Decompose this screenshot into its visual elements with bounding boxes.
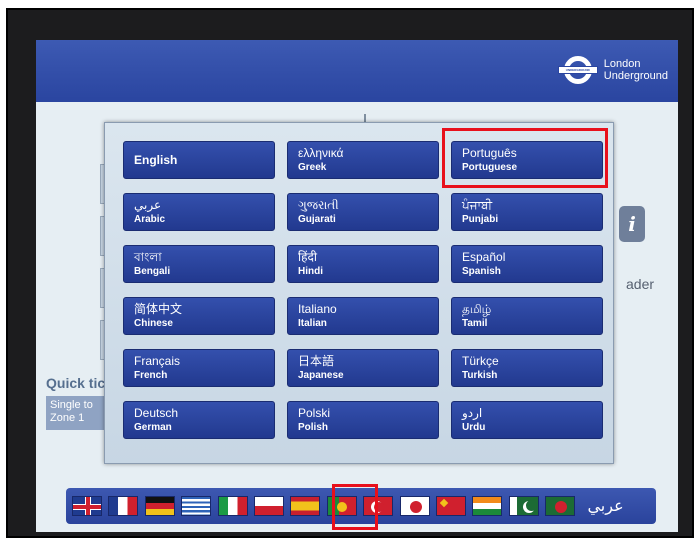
language-button-portuguese[interactable]: Português Portuguese [451,141,603,179]
portugal-flag-icon[interactable] [326,496,357,516]
china-flag-icon[interactable] [435,496,466,516]
language-button-japanese[interactable]: 日本語 Japanese [287,349,439,387]
language-english-name: Turkish [462,370,498,381]
language-button-punjabi[interactable]: ਪੰਜਾਬੀ Punjabi [451,193,603,231]
language-button-greek[interactable]: ελληνικά Greek [287,141,439,179]
language-button-chinese[interactable]: 简体中文 Chinese [123,297,275,335]
quick-ticket-line-2: Zone 1 [50,412,85,424]
brand-line-1: London [603,58,641,70]
language-native-name: 简体中文 [134,302,183,316]
language-flag-strip: عربي [66,488,656,524]
quick-tickets-label: Quick tic [46,375,106,391]
language-native-name: Français [134,354,181,368]
language-english-name: Italian [298,318,327,329]
language-selector-modal: English ελληνικά Greek Português Portuguese ع… [104,122,614,464]
greece-flag-icon[interactable] [181,496,212,516]
language-button-french[interactable]: Français French [123,349,275,387]
language-english-name: Arabic [134,214,166,225]
info-icon[interactable]: i [619,206,645,242]
language-native-name: Italiano [298,302,337,316]
language-english-name: Urdu [462,422,486,433]
language-english-name: Spanish [462,266,501,277]
uk-flag-icon[interactable] [72,496,102,516]
language-native-name: Español [462,250,506,264]
language-button-hindi[interactable]: हिंदी Hindi [287,245,439,283]
brand-name: London Underground [604,58,668,82]
language-button-arabic[interactable]: عربي Arabic [123,193,275,231]
language-native-name: Português [462,146,517,160]
header-bar: UNDERGROUND London Underground [36,40,678,102]
quick-ticket-line-1: Single to [50,399,93,411]
roundel-logo-text: UNDERGROUND [565,68,590,72]
language-native-name: 日本語 [298,354,335,368]
language-button-german[interactable]: Deutsch German [123,401,275,439]
language-english-name: Bengali [134,266,171,277]
arabic-language-link[interactable]: عربي [587,496,623,516]
bangladesh-flag-icon[interactable] [545,496,576,516]
language-native-name: English [134,152,178,167]
language-english-name: Tamil [462,318,488,329]
brand: UNDERGROUND London Underground [557,56,668,84]
background-reader-text: ader [626,276,655,292]
language-english-name: Hindi [298,266,323,277]
language-button-bengali[interactable]: বাংলা Bengali [123,245,275,283]
language-english-name: French [134,370,168,381]
language-native-name: தமிழ் [462,302,492,316]
language-native-name: اردو [462,406,483,420]
language-native-name: Polski [298,406,331,420]
language-english-name: German [134,422,172,433]
language-native-name: ਪੰਜਾਬੀ [462,198,493,212]
brand-line-2: Underground [603,70,668,82]
language-english-name: Chinese [134,318,173,329]
language-english-name: Japanese [298,370,344,381]
language-native-name: ગુજરાતી [298,198,339,212]
quick-ticket-single[interactable]: Single to Zone 1 [46,396,104,430]
language-native-name: বাংলা [134,250,162,264]
france-flag-icon[interactable] [108,496,139,516]
kiosk-bezel: UNDERGROUND London Underground i ader Qu… [6,8,694,538]
language-english-name: Polish [298,422,329,433]
language-native-name: Türkçe [462,354,499,368]
language-button-gujarati[interactable]: ગુજરાતી Gujarati [287,193,439,231]
language-english-name: Portuguese [462,162,518,173]
language-native-name: Deutsch [134,406,179,420]
spain-flag-icon[interactable] [290,496,321,516]
poland-flag-icon[interactable] [253,496,284,516]
language-native-name: ελληνικά [298,146,344,160]
india-flag-icon[interactable] [472,496,503,516]
language-button-urdu[interactable]: اردو Urdu [451,401,603,439]
roundel-icon: UNDERGROUND [557,56,598,84]
turkey-flag-icon[interactable] [363,496,394,516]
info-glyph: i [628,212,636,236]
language-english-name: Greek [298,162,327,173]
language-english-name: Punjabi [462,214,499,225]
language-button-spanish[interactable]: Español Spanish [451,245,603,283]
language-button-tamil[interactable]: தமிழ் Tamil [451,297,603,335]
italy-flag-icon[interactable] [217,496,248,516]
japan-flag-icon[interactable] [399,496,430,516]
kiosk-screen: UNDERGROUND London Underground i ader Qu… [36,40,678,532]
germany-flag-icon[interactable] [144,496,175,516]
language-button-italian[interactable]: Italiano Italian [287,297,439,335]
language-native-name: हिंदी [298,250,317,264]
language-button-english[interactable]: English [123,141,275,179]
language-button-turkish[interactable]: Türkçe Turkish [451,349,603,387]
language-button-polish[interactable]: Polski Polish [287,401,439,439]
language-native-name: عربي [134,198,162,212]
pakistan-flag-icon[interactable] [508,496,539,516]
language-english-name: Gujarati [298,214,336,225]
